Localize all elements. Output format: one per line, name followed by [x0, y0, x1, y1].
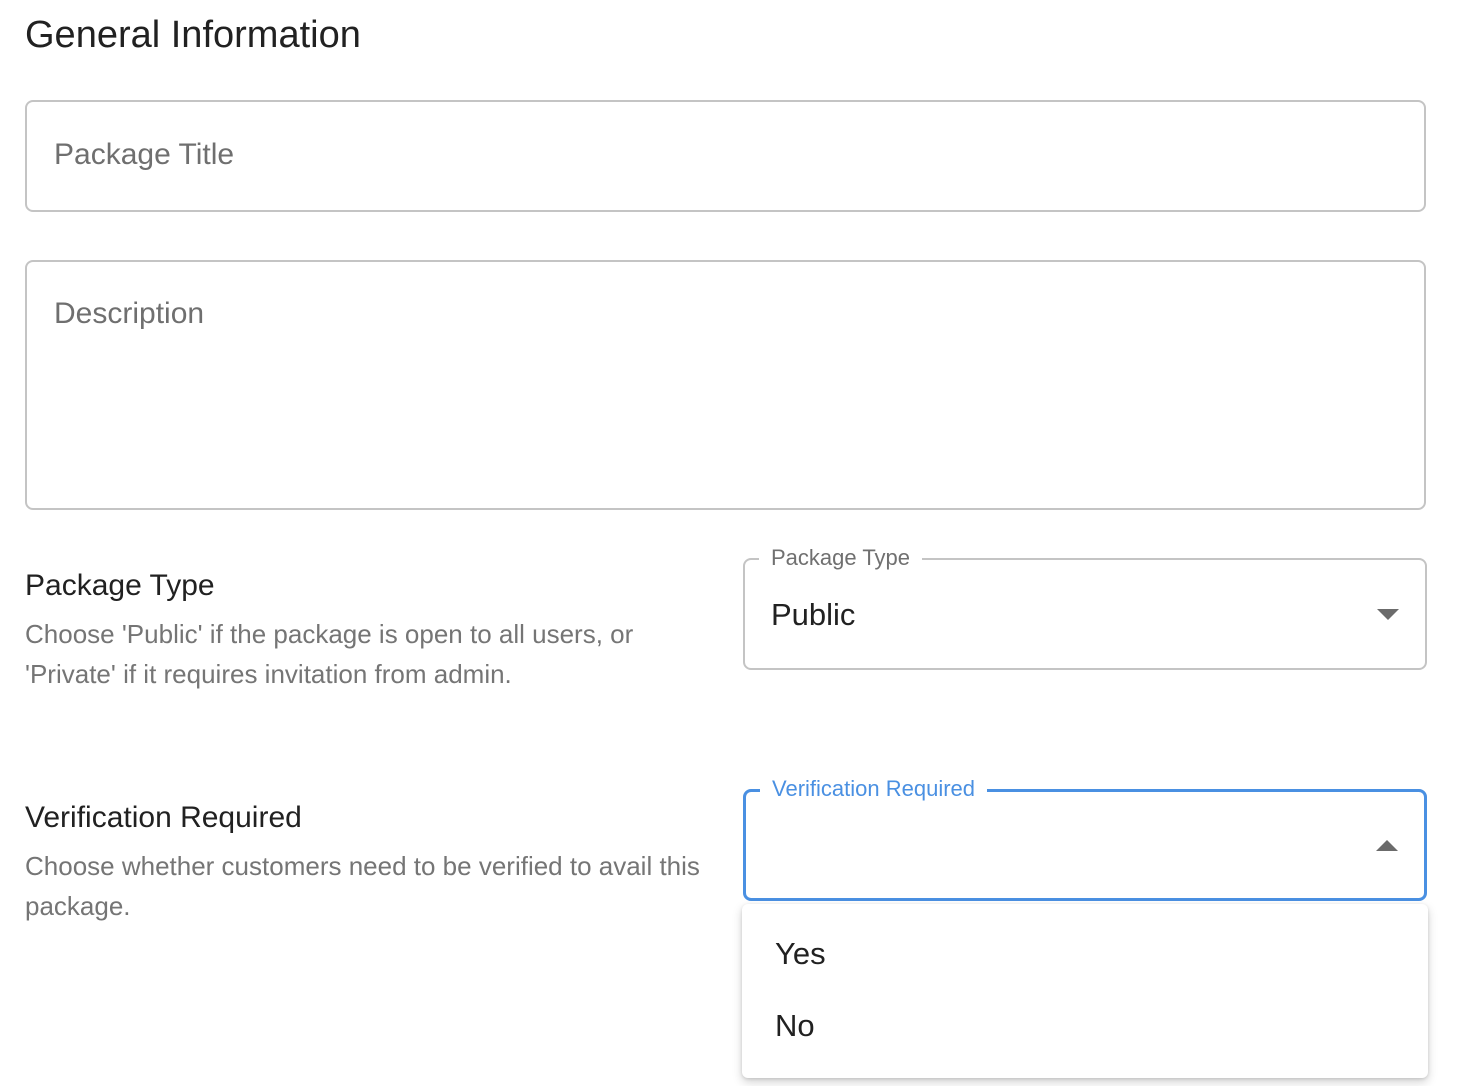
caret-down-icon[interactable] [1377, 609, 1399, 620]
package-type-label: Package Type [25, 569, 215, 602]
package-type-select-value: Public [771, 597, 856, 632]
package-title-field[interactable]: Package Title [25, 100, 1426, 212]
verification-options-menu: Yes No [742, 904, 1428, 1078]
verification-required-select[interactable]: Verification Required [743, 775, 1427, 901]
caret-up-icon[interactable] [1376, 840, 1398, 851]
verification-required-help: Choose whether customers need to be veri… [25, 851, 700, 921]
package-type-select[interactable]: Package Type Public [743, 544, 1427, 670]
description-placeholder: Description [54, 297, 205, 330]
verification-required-select-label: Verification Required [760, 775, 988, 803]
menu-option-yes[interactable]: Yes [742, 918, 1428, 990]
description-field[interactable]: Description [25, 260, 1426, 510]
package-title-placeholder: Package Title [54, 138, 235, 171]
section-title: General Information [25, 14, 361, 56]
verification-required-label: Verification Required [25, 801, 302, 834]
package-type-select-label: Package Type [759, 544, 923, 572]
package-type-help: Choose 'Public' if the package is open t… [25, 619, 634, 689]
menu-option-no[interactable]: No [742, 990, 1428, 1062]
